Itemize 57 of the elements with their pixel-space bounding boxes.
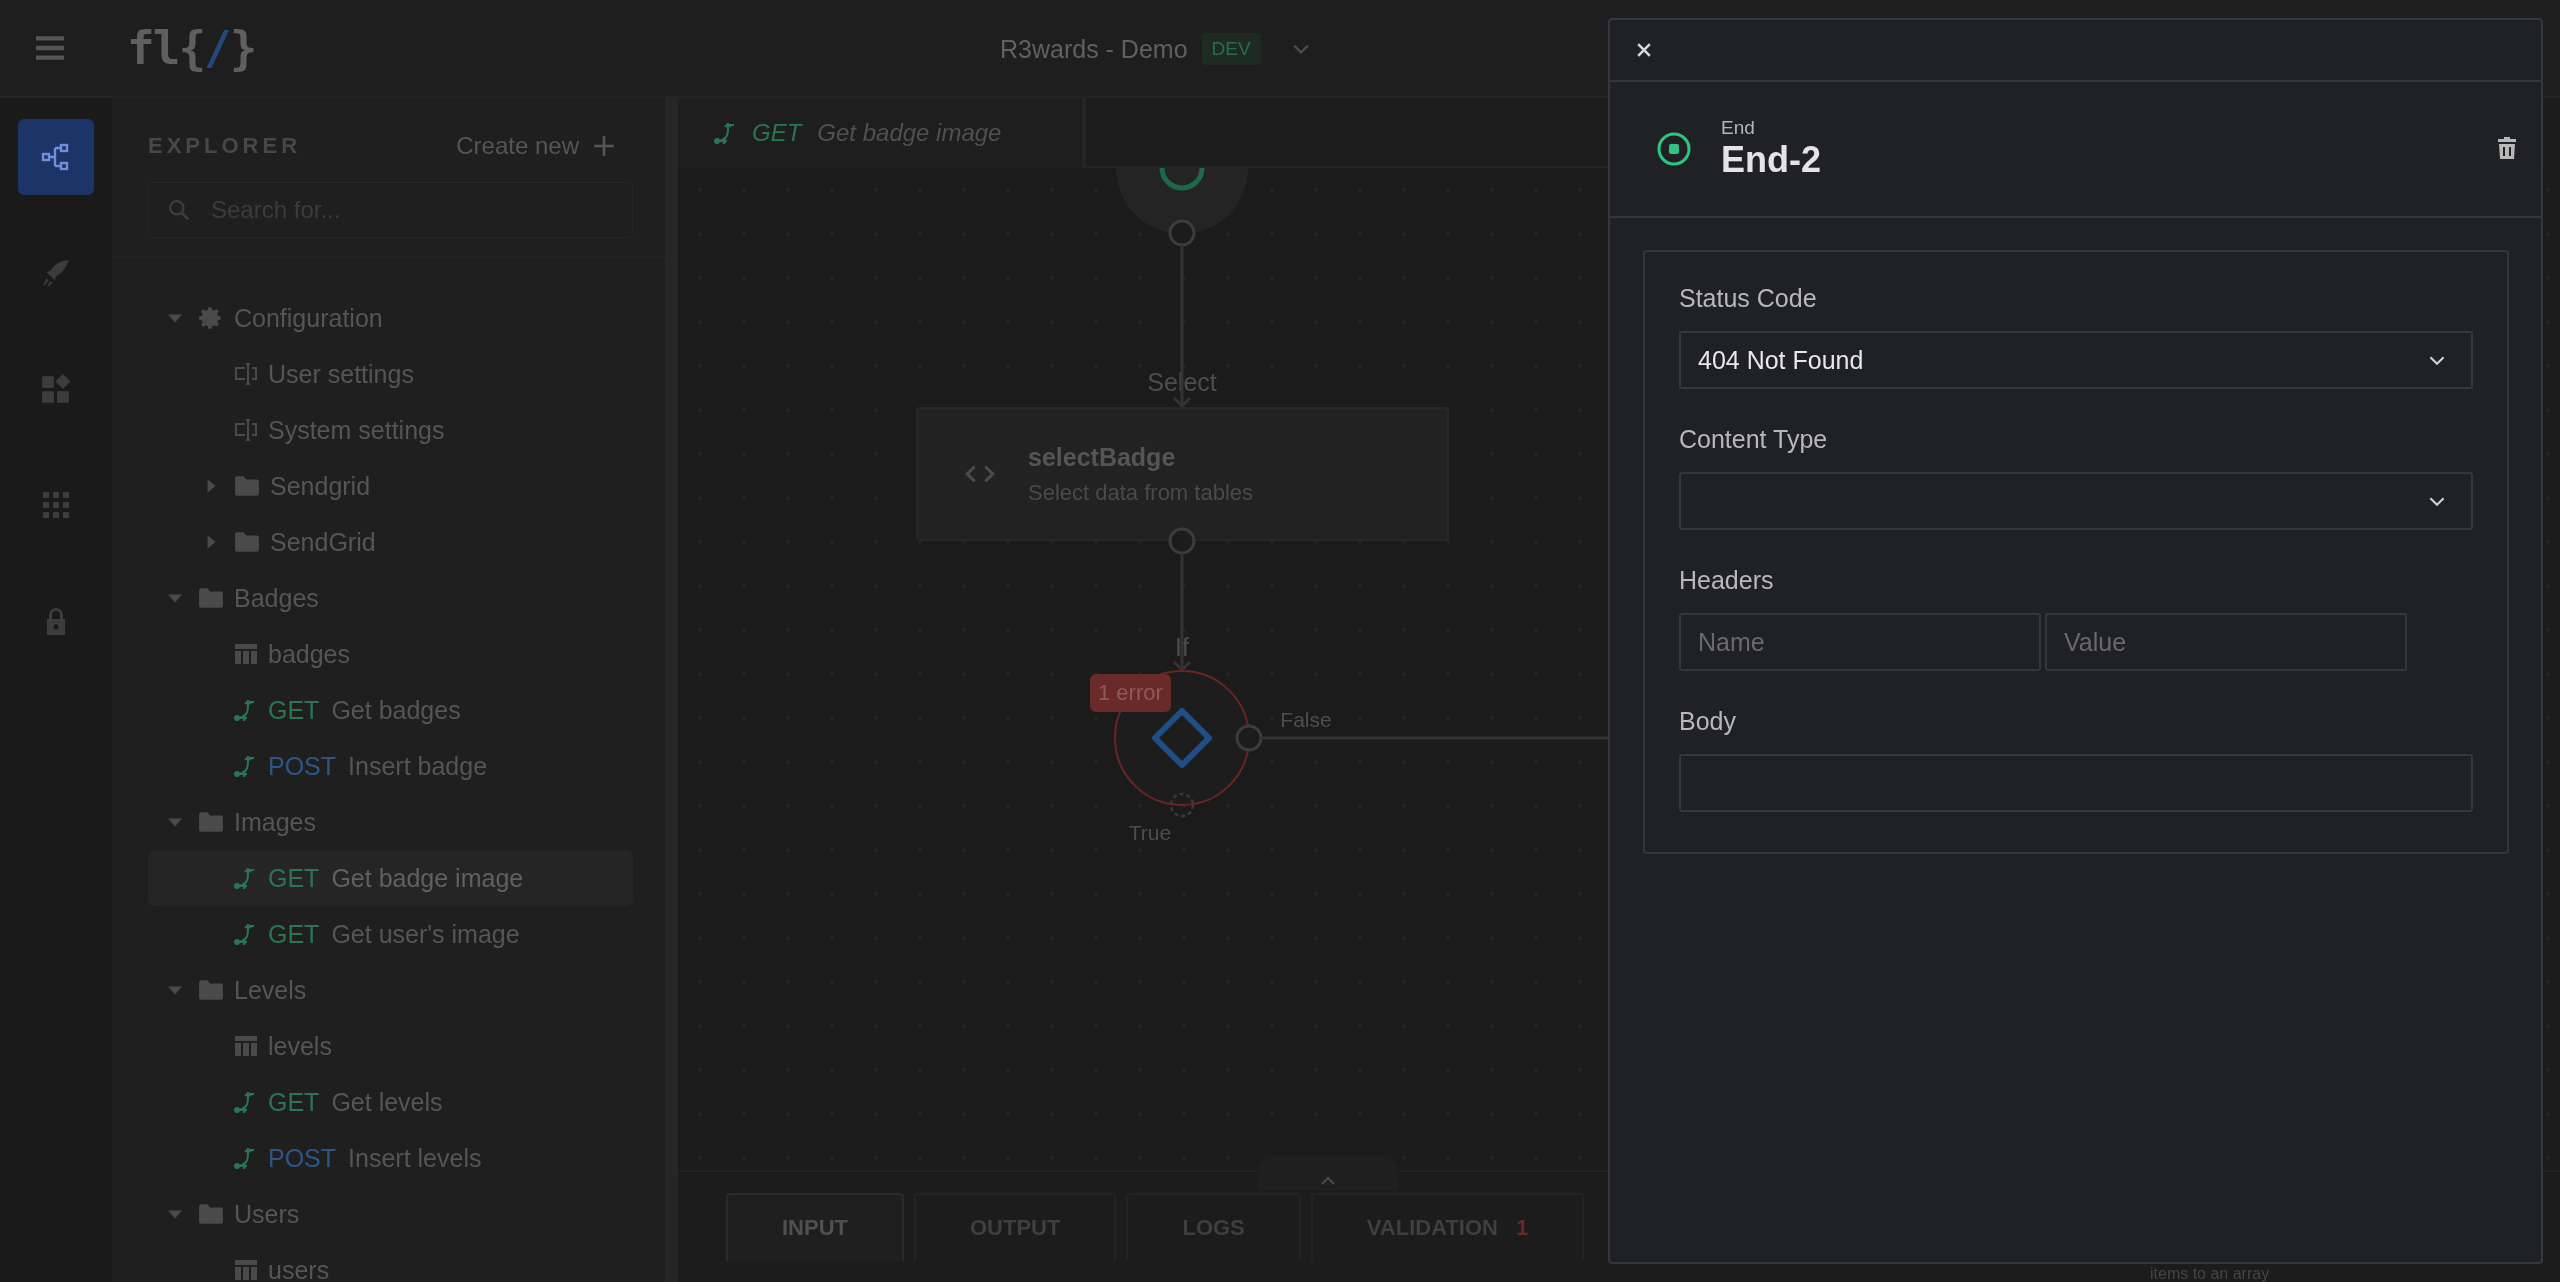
start-node[interactable] xyxy=(1116,168,1248,234)
stop-icon xyxy=(1657,132,1691,166)
folder-icon xyxy=(234,531,260,553)
input-field[interactable]: Name xyxy=(1679,613,2041,671)
nav-item[interactable] xyxy=(18,119,94,195)
select-field[interactable]: 404 Not Found xyxy=(1679,331,2473,389)
menu-icon xyxy=(36,36,64,60)
chevron-down-icon[interactable] xyxy=(1292,43,1309,55)
tree-item[interactable]: GET Get badge image xyxy=(148,850,633,906)
folder-icon xyxy=(198,811,224,833)
method-label: GET xyxy=(268,695,320,725)
method-label: GET xyxy=(268,1087,320,1117)
plus-icon xyxy=(593,135,615,157)
error-count: 1 xyxy=(1516,1215,1529,1241)
app-title: R3wards - Demo xyxy=(1000,34,1188,64)
table-icon xyxy=(234,1259,258,1281)
nodes-icon xyxy=(41,142,71,172)
method-label: GET xyxy=(752,119,802,147)
chevron-down-icon xyxy=(2429,354,2445,366)
blocks-icon xyxy=(40,373,72,405)
connector-handle[interactable] xyxy=(1169,792,1195,818)
grid-icon xyxy=(41,490,71,520)
environment-badge: DEV xyxy=(1201,33,1261,65)
node-name: End-2 xyxy=(1721,139,1822,181)
node-type: End xyxy=(1721,117,1756,139)
trash-icon xyxy=(2497,135,2517,160)
chevron-up-icon xyxy=(1320,1176,1336,1186)
menu-button[interactable] xyxy=(35,33,65,63)
connector-handle[interactable] xyxy=(1235,724,1263,752)
table-icon xyxy=(234,1035,258,1057)
method-label: GET xyxy=(268,863,320,893)
table-icon xyxy=(234,643,258,665)
folder-icon xyxy=(198,587,224,609)
connector-handle[interactable] xyxy=(1168,219,1196,247)
input-field[interactable]: Value xyxy=(2045,613,2407,671)
close-icon xyxy=(1637,43,1651,57)
folder-icon xyxy=(234,475,260,497)
diamond-icon xyxy=(1152,708,1212,768)
field-label: Status Code xyxy=(1679,284,1818,313)
code-icon xyxy=(964,463,996,485)
folder-icon xyxy=(198,1203,224,1225)
logo: fl{/} xyxy=(127,21,256,75)
form-field-icon xyxy=(234,363,258,385)
form-field-icon xyxy=(234,419,258,441)
method-label: POST xyxy=(268,751,337,781)
connector-handle[interactable] xyxy=(1168,527,1196,555)
select-field[interactable] xyxy=(1679,472,2473,530)
field-label: Headers xyxy=(1679,566,1775,595)
chevron-down-icon xyxy=(2429,495,2445,507)
field-label: Body xyxy=(1679,707,1737,736)
rocket-icon xyxy=(40,257,72,289)
method-label: POST xyxy=(268,1143,337,1173)
gear-icon xyxy=(198,305,224,331)
field-label: Content Type xyxy=(1679,425,1829,454)
search-icon xyxy=(168,199,190,221)
method-label: GET xyxy=(268,919,320,949)
folder-icon xyxy=(198,979,224,1001)
